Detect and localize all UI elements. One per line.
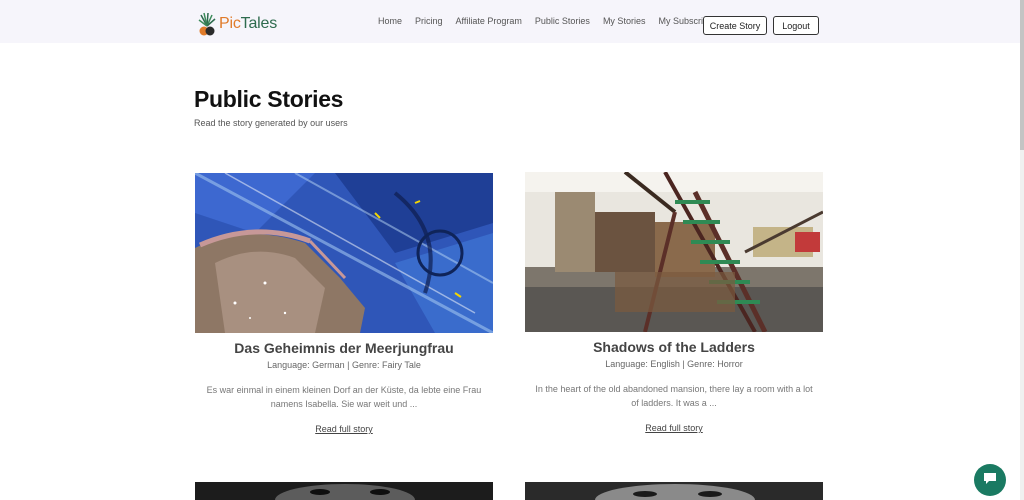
- read-full-story-link[interactable]: Read full story: [525, 423, 823, 433]
- top-navbar: PicTales Home Pricing Affiliate Program …: [0, 0, 1020, 43]
- story-card: Shadows of the Ladders Language: English…: [525, 172, 823, 433]
- story-title[interactable]: Shadows of the Ladders: [525, 339, 823, 355]
- scrollbar-thumb[interactable]: [1020, 0, 1024, 150]
- create-story-button[interactable]: Create Story: [703, 16, 767, 35]
- brand-name: PicTales: [219, 15, 277, 32]
- story-excerpt: Es war einmal in einem kleinen Dorf an d…: [206, 385, 482, 409]
- story-meta: Language: German | Genre: Fairy Tale: [267, 360, 421, 370]
- logout-button[interactable]: Logout: [773, 16, 819, 35]
- nav-links: Home Pricing Affiliate Program Public St…: [378, 16, 740, 26]
- nav-link-public-stories[interactable]: Public Stories: [535, 16, 590, 26]
- story-meta: Language: English | Genre: Horror: [605, 359, 743, 369]
- nav-link-home[interactable]: Home: [378, 16, 402, 26]
- nav-link-affiliate[interactable]: Affiliate Program: [456, 16, 522, 26]
- story-image-partial[interactable]: [525, 482, 823, 500]
- nav-link-pricing[interactable]: Pricing: [415, 16, 443, 26]
- brand-logo[interactable]: PicTales: [197, 12, 277, 36]
- story-title[interactable]: Das Geheimnis der Meerjungfrau: [195, 340, 493, 356]
- story-card: Das Geheimnis der Meerjungfrau Language:…: [195, 173, 493, 434]
- page-title: Public Stories: [194, 86, 344, 112]
- palm-logo-icon: [197, 12, 217, 36]
- story-excerpt: In the heart of the old abandoned mansio…: [535, 384, 813, 408]
- story-image[interactable]: [525, 172, 823, 332]
- chat-widget-button[interactable]: [974, 464, 1006, 496]
- read-full-story-link[interactable]: Read full story: [195, 424, 493, 434]
- page-scrollbar[interactable]: [1020, 0, 1024, 500]
- chat-bubble-icon: [982, 470, 998, 491]
- nav-link-my-stories[interactable]: My Stories: [603, 16, 646, 26]
- page-subtitle: Read the story generated by our users: [194, 118, 348, 128]
- story-image-partial[interactable]: [195, 482, 493, 500]
- story-image[interactable]: [195, 173, 493, 333]
